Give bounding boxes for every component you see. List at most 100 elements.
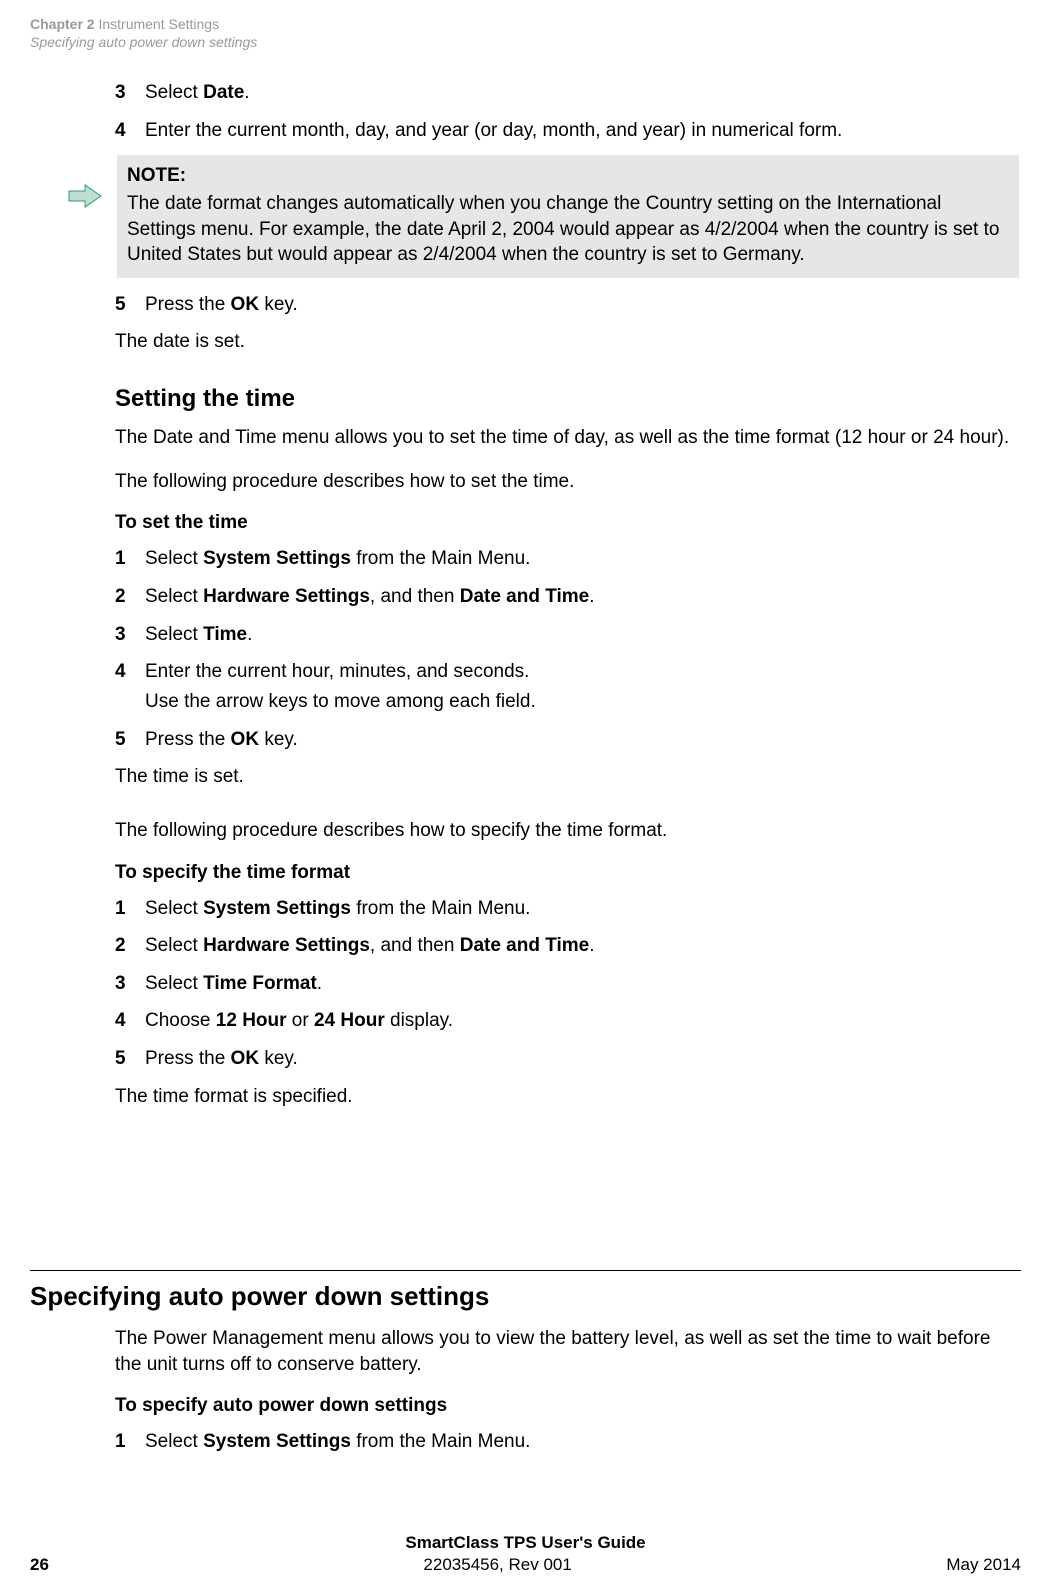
page-footer: SmartClass TPS User's Guide 26 22035456,… xyxy=(30,1533,1021,1575)
text: Select xyxy=(145,898,203,919)
text: or xyxy=(287,1010,314,1031)
ui-term: System Settings xyxy=(203,898,351,919)
text: Select xyxy=(145,973,203,994)
horizontal-rule xyxy=(30,1270,1021,1271)
text: Select xyxy=(145,935,203,956)
step-number: 3 xyxy=(115,80,145,106)
text: . xyxy=(589,586,594,607)
page: Chapter 2 Instrument Settings Specifying… xyxy=(0,0,1051,1590)
major-heading-auto-power-down: Specifying auto power down settings xyxy=(30,1281,1021,1312)
running-header: Chapter 2 Instrument Settings Specifying… xyxy=(30,15,257,51)
content-column: 3 Select Date. 4 Enter the current month… xyxy=(115,80,1015,1137)
ui-term: Date and Time xyxy=(460,935,590,956)
step-5: 5 Press the OK key. xyxy=(115,727,1015,753)
section-intro: The Power Management menu allows you to … xyxy=(115,1326,1020,1377)
footer-row: 26 22035456, Rev 001 May 2014 xyxy=(30,1555,1021,1575)
text: Select xyxy=(145,82,203,103)
step-5: 5 Press the OK key. xyxy=(115,292,1015,318)
ui-term: 24 Hour xyxy=(314,1010,385,1031)
header-line2: Specifying auto power down settings xyxy=(30,33,257,51)
step-4: 4 Choose 12 Hour or 24 Hour display. xyxy=(115,1008,1015,1034)
ui-term: Hardware Settings xyxy=(203,586,370,607)
header-line1: Chapter 2 Instrument Settings xyxy=(30,15,257,33)
section-lead: The following procedure describes how to… xyxy=(115,818,1015,844)
ui-term: System Settings xyxy=(203,1431,351,1452)
text: . xyxy=(247,624,252,645)
note-body: The date format changes automatically wh… xyxy=(127,191,1009,268)
text: key. xyxy=(259,729,298,750)
step-number: 4 xyxy=(115,118,145,144)
step-text: Press the OK key. xyxy=(145,292,1015,318)
step-text: Select Hardware Settings, and then Date … xyxy=(145,933,1015,959)
step-text: Select Time Format. xyxy=(145,971,1015,997)
step-2: 2 Select Hardware Settings, and then Dat… xyxy=(115,933,1015,959)
step-4: 4 Enter the current month, day, and year… xyxy=(115,118,1015,144)
section-intro: The Date and Time menu allows you to set… xyxy=(115,425,1015,451)
step-text: Select Hardware Settings, and then Date … xyxy=(145,584,1015,610)
result-text: The date is set. xyxy=(115,329,1015,355)
step-number: 3 xyxy=(115,622,145,648)
section-lead: The following procedure describes how to… xyxy=(115,469,1015,495)
result-text: The time is set. xyxy=(115,764,1015,790)
ui-term: System Settings xyxy=(203,548,351,569)
ui-term: Time xyxy=(203,624,247,645)
step-5: 5 Press the OK key. xyxy=(115,1046,1015,1072)
ui-term: OK xyxy=(231,1048,260,1069)
text: . xyxy=(317,973,322,994)
step-number: 5 xyxy=(115,727,145,753)
step-number: 1 xyxy=(115,1429,145,1455)
text: from the Main Menu. xyxy=(351,548,531,569)
step-number: 2 xyxy=(115,584,145,610)
footer-date: May 2014 xyxy=(946,1555,1021,1575)
text: . xyxy=(589,935,594,956)
text: key. xyxy=(259,1048,298,1069)
text: from the Main Menu. xyxy=(351,898,531,919)
ui-term: OK xyxy=(231,729,260,750)
step-number: 1 xyxy=(115,896,145,922)
step-4: 4 Enter the current hour, minutes, and s… xyxy=(115,659,1015,714)
step-text: Select System Settings from the Main Men… xyxy=(145,546,1015,572)
text: Select xyxy=(145,548,203,569)
procedure-heading-time-format: To specify the time format xyxy=(115,862,1015,884)
text: Select xyxy=(145,586,203,607)
note-arrow-icon xyxy=(67,183,107,209)
procedure-heading-auto-power-down: To specify auto power down settings xyxy=(115,1395,1020,1417)
text: , and then xyxy=(370,586,460,607)
step-text: Select Time. xyxy=(145,622,1015,648)
text: key. xyxy=(259,294,298,315)
text: Select xyxy=(145,1431,203,1452)
step-text: Select System Settings from the Main Men… xyxy=(145,1429,1020,1455)
section-heading-setting-time: Setting the time xyxy=(115,385,1015,413)
text: , and then xyxy=(370,935,460,956)
ui-term: 12 Hour xyxy=(216,1010,287,1031)
ui-term: Date and Time xyxy=(460,586,590,607)
chapter-title: Instrument Settings xyxy=(95,16,220,32)
doc-number: 22035456, Rev 001 xyxy=(423,1555,571,1575)
chapter-number: Chapter 2 xyxy=(30,16,95,32)
step-number: 2 xyxy=(115,933,145,959)
page-number: 26 xyxy=(30,1555,49,1575)
step-3: 3 Select Date. xyxy=(115,80,1015,106)
note-title: NOTE: xyxy=(127,163,1009,189)
step-number: 5 xyxy=(115,1046,145,1072)
step-text: Select Date. xyxy=(145,80,1015,106)
step-1: 1 Select System Settings from the Main M… xyxy=(115,546,1015,572)
step-text: Enter the current month, day, and year (… xyxy=(145,118,1015,144)
footer-title: SmartClass TPS User's Guide xyxy=(30,1533,1021,1553)
ui-term: Date xyxy=(203,82,244,103)
major-body: The Power Management menu allows you to … xyxy=(115,1326,1020,1455)
step-number: 1 xyxy=(115,546,145,572)
step-3: 3 Select Time Format. xyxy=(115,971,1015,997)
step-1: 1 Select System Settings from the Main M… xyxy=(115,1429,1020,1455)
step-text: Choose 12 Hour or 24 Hour display. xyxy=(145,1008,1015,1034)
procedure-heading-set-time: To set the time xyxy=(115,512,1015,534)
major-section: Specifying auto power down settings The … xyxy=(30,1270,1021,1467)
step-text: Press the OK key. xyxy=(145,727,1015,753)
step-number: 4 xyxy=(115,1008,145,1034)
ui-term: Hardware Settings xyxy=(203,935,370,956)
step-number: 5 xyxy=(115,292,145,318)
step-number: 3 xyxy=(115,971,145,997)
ui-term: Time Format xyxy=(203,973,317,994)
step-subtext: Use the arrow keys to move among each fi… xyxy=(145,689,1015,715)
text: display. xyxy=(385,1010,453,1031)
